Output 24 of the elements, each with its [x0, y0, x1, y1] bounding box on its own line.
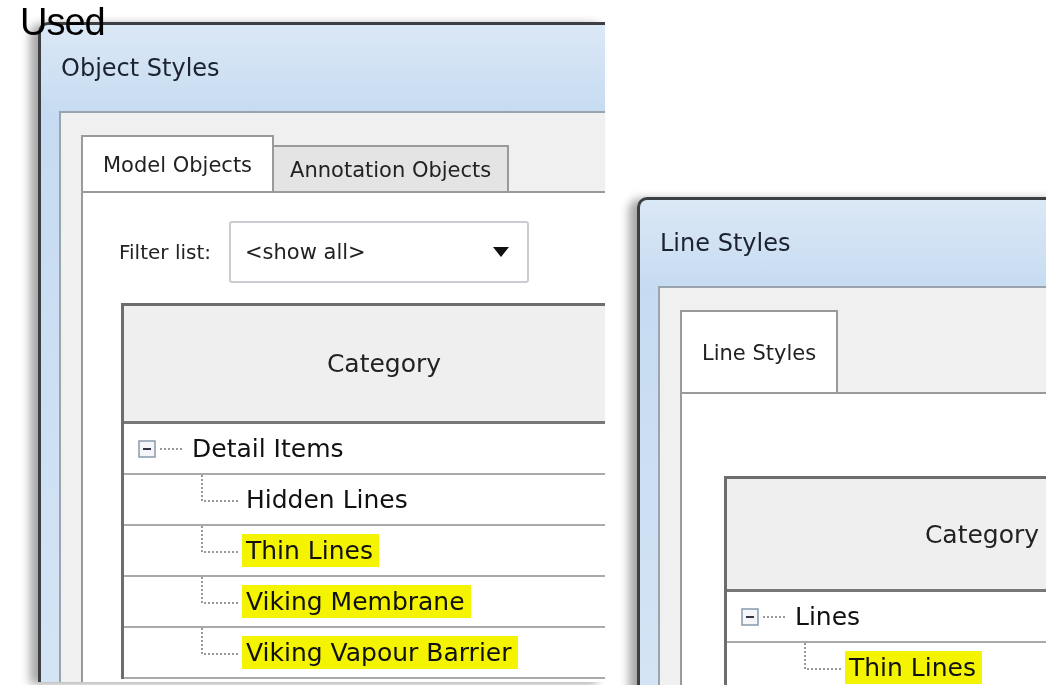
filter-dropdown[interactable]: <show all> — [229, 221, 529, 283]
tree-line — [201, 628, 241, 655]
tree-item-label[interactable]: Hidden Lines — [242, 483, 414, 516]
collapse-icon[interactable] — [741, 607, 759, 626]
tree-line — [804, 643, 844, 670]
tree-line — [201, 577, 241, 604]
column-header[interactable]: Category — [727, 479, 1046, 592]
window-title: Line Styles — [660, 229, 791, 257]
tab[interactable]: Model Objects — [81, 135, 275, 193]
window-title: Object Styles — [61, 54, 220, 82]
collapse-icon[interactable] — [138, 439, 156, 458]
tree-item-label[interactable]: Thin Lines — [242, 534, 379, 567]
tree-item-label[interactable]: Detail Items — [188, 432, 350, 465]
tab[interactable]: Annotation Objects — [274, 145, 510, 193]
caret-icon — [493, 247, 509, 257]
tree-item-label[interactable]: Thin Lines — [845, 651, 982, 684]
tree-item-label[interactable]: Lines — [791, 600, 867, 633]
tree-item-label[interactable]: Viking Vapour Barrier — [242, 636, 518, 669]
tree-line — [201, 475, 241, 502]
tab[interactable]: Line Styles — [680, 310, 839, 394]
column-header[interactable]: Category — [124, 306, 605, 424]
tree-line — [201, 526, 241, 553]
filter-label: Filter list: — [119, 240, 211, 264]
tree-item-label[interactable]: Viking Membrane — [242, 585, 471, 618]
